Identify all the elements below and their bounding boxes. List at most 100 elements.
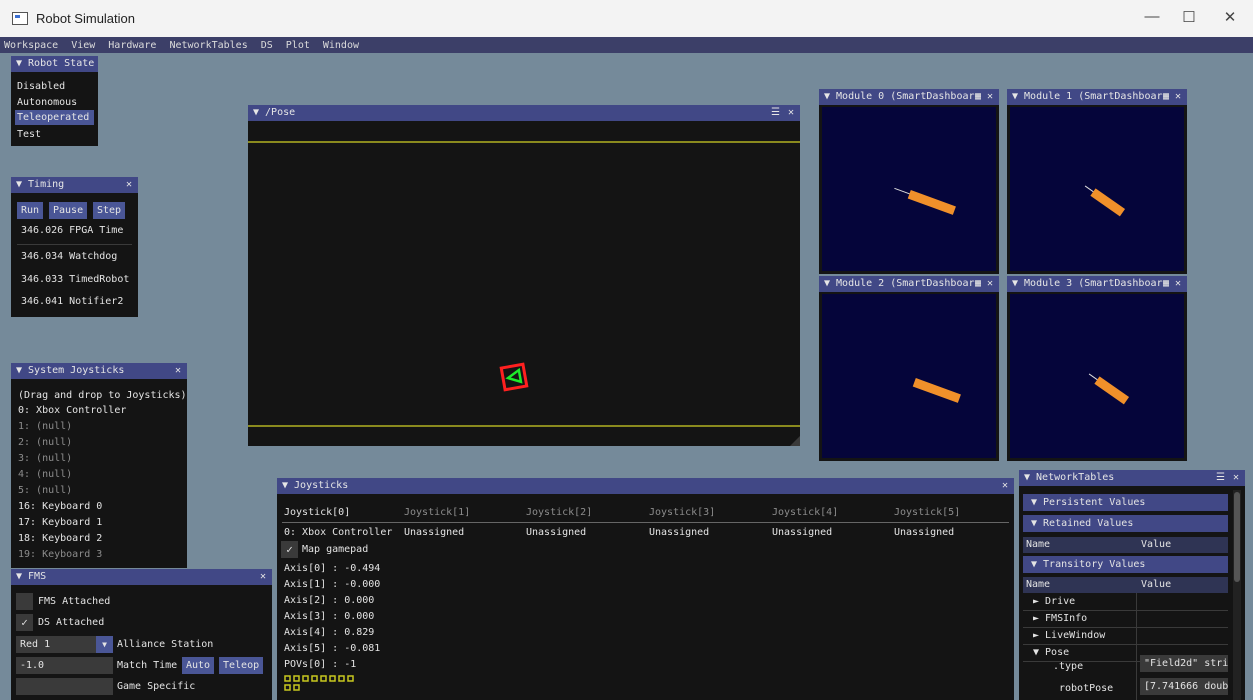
- transitory-values-header[interactable]: ▼ Transitory Values: [1023, 556, 1228, 573]
- sys-joystick-3[interactable]: 3: (null): [18, 453, 72, 464]
- robot-state-disabled[interactable]: Disabled: [17, 81, 65, 92]
- joystick-2-header: Joystick[2]: [526, 507, 593, 518]
- auto-button[interactable]: Auto: [182, 657, 215, 674]
- fms-title[interactable]: ▼ FMS ✕: [11, 569, 272, 585]
- robot-state-teleoperated[interactable]: Teleoperated: [15, 110, 94, 125]
- wheel-icon: [1084, 185, 1126, 217]
- pause-button[interactable]: Pause: [49, 202, 88, 219]
- menu-hardware[interactable]: Hardware: [108, 40, 156, 51]
- scrollbar[interactable]: [1233, 490, 1241, 700]
- maximize-icon[interactable]: ☐: [1174, 8, 1204, 26]
- joystick-2-device[interactable]: Unassigned: [526, 527, 586, 538]
- sys-joystick-1[interactable]: 1: (null): [18, 421, 72, 432]
- system-joysticks-title[interactable]: ▼ System Joysticks ✕: [11, 363, 187, 379]
- wheel-icon: [894, 187, 956, 215]
- wheel-icon: [1088, 373, 1130, 405]
- sys-joystick-18[interactable]: 18: Keyboard 2: [18, 533, 102, 544]
- close-icon[interactable]: ▦ ✕: [975, 276, 993, 292]
- match-time-input[interactable]: -1.0: [16, 657, 113, 674]
- module-1-title[interactable]: ▼ Module 1 (SmartDashboar ▦ ✕: [1007, 89, 1187, 105]
- nt-entry-livewindow[interactable]: ► LiveWindow: [1033, 628, 1105, 644]
- menu-icon[interactable]: ☰: [771, 105, 780, 121]
- minimize-icon[interactable]: —: [1137, 8, 1167, 25]
- menu-networktables[interactable]: NetworkTables: [169, 40, 247, 51]
- robot-state-title[interactable]: ▼ Robot State: [11, 56, 98, 72]
- ds-attached-checkbox[interactable]: ✓: [16, 614, 33, 631]
- module-0-title[interactable]: ▼ Module 0 (SmartDashboar ▦ ✕: [819, 89, 999, 105]
- step-button[interactable]: Step: [93, 202, 126, 219]
- teleop-button[interactable]: Teleop: [219, 657, 264, 674]
- menu-ds[interactable]: DS: [261, 40, 273, 51]
- app-icon: [12, 12, 28, 25]
- game-specific-input[interactable]: [16, 678, 113, 695]
- nt-robotpose-value[interactable]: [7.741666 doubl: [1140, 678, 1228, 695]
- joystick-5-device[interactable]: Unassigned: [894, 527, 954, 538]
- close-icon[interactable]: ▦ ✕: [1163, 276, 1181, 292]
- pose-window: ▼ /Pose ☰ ✕: [248, 105, 800, 446]
- divider: [17, 244, 132, 245]
- joystick-0-device[interactable]: 0: Xbox Controller: [284, 527, 392, 538]
- module-2-title[interactable]: ▼ Module 2 (SmartDashboar ▦ ✕: [819, 276, 999, 292]
- wheel-icon: [912, 378, 961, 403]
- sys-joystick-5[interactable]: 5: (null): [18, 485, 72, 496]
- close-icon[interactable]: ✕: [175, 363, 181, 379]
- sys-joystick-19[interactable]: 19: Keyboard 3: [18, 549, 102, 560]
- joystick-4-device[interactable]: Unassigned: [772, 527, 832, 538]
- pose-title-label: ▼ /Pose: [253, 107, 296, 118]
- menu-view[interactable]: View: [71, 40, 95, 51]
- transitory-table-header: Name Value: [1023, 577, 1228, 593]
- chevron-down-icon[interactable]: ▼: [96, 636, 113, 653]
- close-icon[interactable]: ▦ ✕: [1163, 89, 1181, 105]
- joysticks-title[interactable]: ▼ Joysticks ✕: [277, 478, 1014, 494]
- axis-1: Axis[1] : -0.000: [284, 579, 381, 590]
- menu-plot[interactable]: Plot: [286, 40, 310, 51]
- persistent-values-header[interactable]: ▼ Persistent Values: [1023, 494, 1228, 511]
- resize-grip[interactable]: [790, 436, 800, 446]
- sys-joystick-16[interactable]: 16: Keyboard 0: [18, 501, 102, 512]
- networktables-title[interactable]: ▼ NetworkTables ☰ ✕: [1019, 470, 1245, 486]
- menubar: Workspace View Hardware NetworkTables DS…: [0, 37, 1253, 53]
- value-column: Value: [1141, 539, 1172, 550]
- robot-marker[interactable]: [499, 362, 529, 392]
- robot-state-autonomous[interactable]: Autonomous: [17, 97, 77, 108]
- nt-entry-fmsinfo[interactable]: ► FMSInfo: [1033, 611, 1087, 627]
- robot-state-test[interactable]: Test: [17, 129, 41, 140]
- close-icon[interactable]: ▦ ✕: [975, 89, 993, 105]
- timing-title[interactable]: ▼ Timing ✕: [11, 177, 138, 193]
- joystick-4-header: Joystick[4]: [772, 507, 839, 518]
- scrollbar-thumb[interactable]: [1234, 492, 1240, 582]
- menu-icon[interactable]: ☰: [1216, 470, 1225, 486]
- alliance-station-select[interactable]: Red 1 ▼: [16, 636, 113, 653]
- sys-joystick-4[interactable]: 4: (null): [18, 469, 72, 480]
- close-icon[interactable]: ✕: [788, 105, 794, 121]
- fms-attached-checkbox[interactable]: [16, 593, 33, 610]
- pose-title[interactable]: ▼ /Pose ☰ ✕: [248, 105, 800, 121]
- nt-entry-drive[interactable]: ► Drive: [1033, 594, 1075, 610]
- system-joysticks-window: ▼ System Joysticks ✕ (Drag and drop to Jo…: [11, 363, 187, 568]
- menu-window[interactable]: Window: [323, 40, 359, 51]
- close-icon[interactable]: ✕: [126, 177, 132, 193]
- joystick-1-device[interactable]: Unassigned: [404, 527, 464, 538]
- sys-joystick-17[interactable]: 17: Keyboard 1: [18, 517, 102, 528]
- fms-attached-label: FMS Attached: [38, 596, 111, 607]
- joystick-3-device[interactable]: Unassigned: [649, 527, 709, 538]
- retained-values-header[interactable]: ▼ Retained Values: [1023, 515, 1228, 532]
- axis-2: Axis[2] : 0.000: [284, 595, 375, 606]
- sys-joystick-0[interactable]: 0: Xbox Controller: [18, 405, 126, 416]
- notifier-time: 346.041 Notifier2: [21, 296, 124, 307]
- close-icon[interactable]: ✕: [1215, 8, 1245, 26]
- menu-workspace[interactable]: Workspace: [4, 40, 58, 51]
- close-icon[interactable]: ✕: [1233, 470, 1239, 486]
- module-2-window: ▼ Module 2 (SmartDashboar ▦ ✕: [819, 276, 999, 461]
- sys-joystick-2[interactable]: 2: (null): [18, 437, 72, 448]
- run-button[interactable]: Run: [17, 202, 44, 219]
- nt-type-value[interactable]: "Field2d" strin: [1140, 655, 1228, 672]
- close-icon[interactable]: ✕: [260, 569, 266, 585]
- close-icon[interactable]: ✕: [1002, 478, 1008, 494]
- module-3-title[interactable]: ▼ Module 3 (SmartDashboar ▦ ✕: [1007, 276, 1187, 292]
- field-view[interactable]: [248, 121, 800, 446]
- timedrobot-time: 346.033 TimedRobot: [21, 274, 130, 285]
- fms-window: ▼ FMS ✕ FMS Attached ✓ DS Attached Red 1 ▼…: [11, 569, 272, 700]
- map-gamepad-checkbox[interactable]: ✓: [281, 541, 298, 558]
- pov-0: POVs[0] : -1: [284, 659, 357, 670]
